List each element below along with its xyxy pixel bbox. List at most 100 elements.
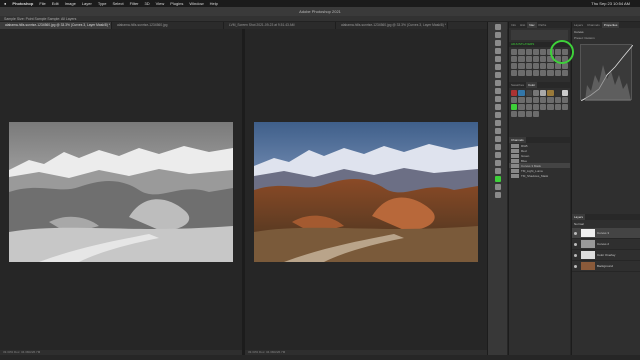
document-canvas-right[interactable]: 33.33% Doc: 34.3M/226.7M [245, 29, 487, 355]
adjust-button[interactable] [540, 70, 547, 76]
menu-filter[interactable]: Filter [130, 0, 139, 7]
swatch[interactable] [532, 111, 539, 117]
adjust-button[interactable] [518, 49, 525, 55]
menu-3d[interactable]: 3D [145, 0, 150, 7]
menu-help[interactable]: Help [210, 0, 218, 7]
eraser-tool-icon[interactable] [495, 104, 501, 110]
doc-tab-4[interactable]: alabama-hills-sunrise-1234560.jpg @ 33.3… [336, 22, 448, 29]
swatch[interactable] [511, 104, 518, 110]
tab-layers-top[interactable]: Layers [572, 22, 585, 28]
adjust-button[interactable] [547, 70, 554, 76]
menu-image[interactable]: Image [65, 0, 76, 7]
adjust-button[interactable] [525, 70, 532, 76]
swatch[interactable] [518, 111, 525, 117]
brush-tool-icon[interactable] [495, 80, 501, 86]
tab-channels-top[interactable]: Channels [585, 22, 602, 28]
swatch[interactable] [561, 97, 568, 103]
doc-tab-2[interactable]: alabama-hills-sunrise-1234560.jpg [112, 22, 224, 29]
swatch[interactable] [561, 104, 568, 110]
marquee-tool-icon[interactable] [495, 32, 501, 38]
swatch[interactable] [554, 104, 561, 110]
swatch[interactable] [547, 104, 554, 110]
swatch[interactable] [540, 104, 547, 110]
swatch[interactable] [540, 90, 547, 96]
menu-select[interactable]: Select [112, 0, 123, 7]
clone-stamp-tool-icon[interactable] [495, 88, 501, 94]
menu-view[interactable]: View [156, 0, 165, 7]
swatch[interactable] [532, 97, 539, 103]
menu-file[interactable]: File [39, 0, 45, 7]
doc-tab-1[interactable]: alabama-hills-sunrise-1234560.jpg @ 33.3… [0, 22, 112, 29]
menu-type[interactable]: Type [98, 0, 107, 7]
swatch[interactable] [547, 97, 554, 103]
blend-mode-select[interactable]: Normal [572, 220, 640, 228]
tab-navigator[interactable]: Nav [527, 22, 537, 28]
tab-paths[interactable]: Paths [537, 22, 549, 28]
swatch[interactable] [525, 111, 532, 117]
swatch[interactable] [511, 111, 518, 117]
accent-tool-icon[interactable] [495, 176, 501, 182]
doc-tab-3[interactable]: LVM_Screen Shot 2021-09-23 at 9.51.43 AM [224, 22, 336, 29]
swatch[interactable] [511, 97, 518, 103]
swatch[interactable] [525, 104, 532, 110]
eye-icon[interactable] [574, 264, 577, 268]
layer-row[interactable]: Background [572, 261, 640, 272]
adjust-button[interactable] [547, 63, 554, 69]
swatch[interactable] [554, 90, 561, 96]
swatch[interactable] [518, 104, 525, 110]
adjust-button[interactable] [518, 70, 525, 76]
swatch[interactable] [511, 90, 518, 96]
adjust-button[interactable] [518, 56, 525, 62]
menu-window[interactable]: Window [189, 0, 203, 7]
tab-color[interactable]: Color [526, 82, 538, 88]
eyedropper-tool-icon[interactable] [495, 64, 501, 70]
zoom-tool-icon[interactable] [495, 168, 501, 174]
adjust-button[interactable] [511, 56, 518, 62]
tab-layers[interactable]: Layers [572, 214, 586, 220]
tab-info[interactable]: Info [509, 22, 518, 28]
lasso-tool-icon[interactable] [495, 40, 501, 46]
adjust-button[interactable] [561, 70, 568, 76]
swatch[interactable] [518, 90, 525, 96]
type-tool-icon[interactable] [495, 136, 501, 142]
history-brush-tool-icon[interactable] [495, 96, 501, 102]
adjust-button[interactable] [540, 49, 547, 55]
menu-edit[interactable]: Edit [52, 0, 59, 7]
crop-tool-icon[interactable] [495, 56, 501, 62]
app-menu[interactable]: Photoshop [12, 0, 33, 7]
adjust-button[interactable] [554, 70, 561, 76]
tab-properties[interactable]: Properties [601, 22, 620, 28]
adjust-button[interactable] [525, 63, 532, 69]
adjust-button[interactable] [532, 49, 539, 55]
eye-icon[interactable] [574, 253, 577, 257]
eye-icon[interactable] [574, 231, 577, 235]
tab-channels[interactable]: Channels [509, 137, 526, 143]
gradient-tool-icon[interactable] [495, 112, 501, 118]
hand-tool-icon[interactable] [495, 160, 501, 166]
pen-tool-icon[interactable] [495, 128, 501, 134]
tab-swatches[interactable]: Swatches [509, 82, 526, 88]
adjust-button[interactable] [532, 63, 539, 69]
curves-preset[interactable]: Preset: Custom [572, 36, 640, 40]
adjust-button[interactable] [511, 49, 518, 55]
adjust-button[interactable] [511, 63, 518, 69]
adjust-button[interactable] [532, 56, 539, 62]
channel-row[interactable]: TM_Shadows_Mask [509, 173, 570, 178]
quick-mask-icon[interactable] [495, 192, 501, 198]
panel-close-row[interactable] [511, 30, 568, 40]
adjust-button[interactable] [540, 63, 547, 69]
shape-tool-icon[interactable] [495, 152, 501, 158]
swatch[interactable] [547, 90, 554, 96]
path-select-tool-icon[interactable] [495, 144, 501, 150]
swatch[interactable] [540, 97, 547, 103]
move-tool-icon[interactable] [495, 24, 501, 30]
swatch[interactable] [525, 97, 532, 103]
swatch[interactable] [518, 97, 525, 103]
quick-select-tool-icon[interactable] [495, 48, 501, 54]
layer-row[interactable]: Curves 2 [572, 239, 640, 250]
dodge-tool-icon[interactable] [495, 120, 501, 126]
menu-layer[interactable]: Layer [82, 0, 92, 7]
foreground-color-icon[interactable] [495, 184, 501, 190]
swatch[interactable] [525, 90, 532, 96]
swatch[interactable] [561, 90, 568, 96]
